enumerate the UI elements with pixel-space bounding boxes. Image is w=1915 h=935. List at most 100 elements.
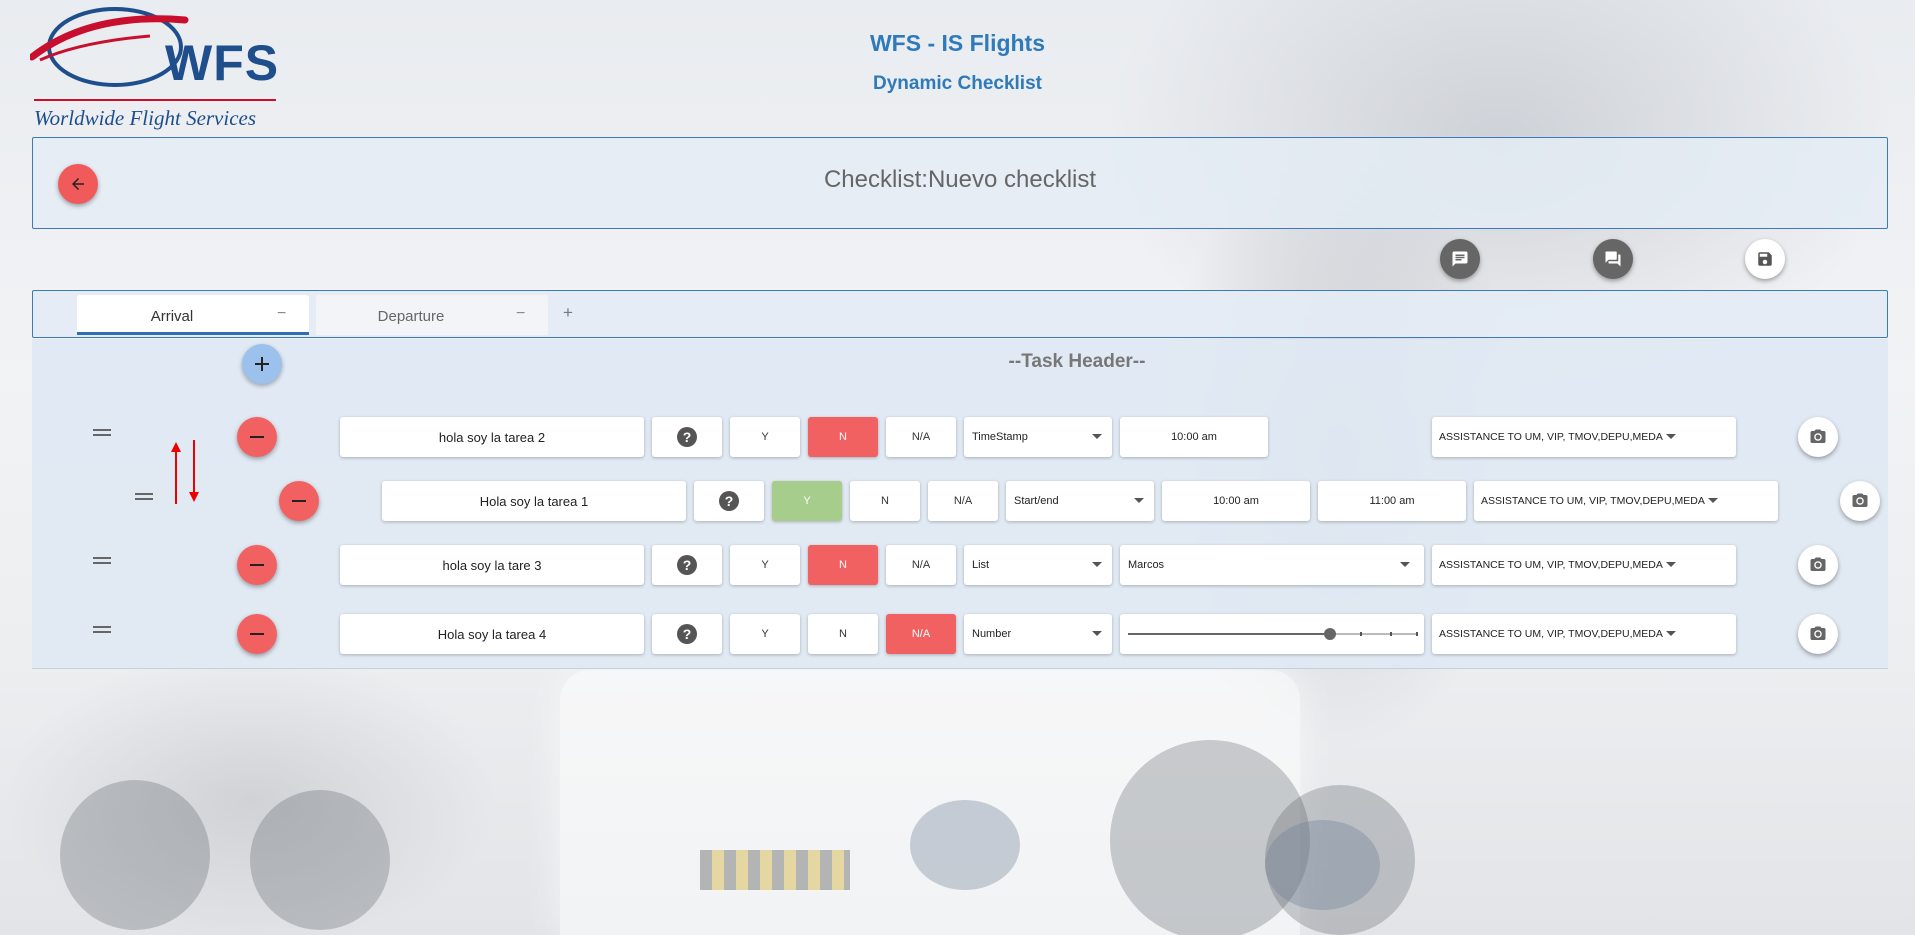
minus-icon [292, 500, 306, 502]
assistance-value: ASSISTANCE TO UM, VIP, TMOV,DEPU,MEDA [1481, 495, 1705, 507]
tab-departure[interactable]: Departure − [316, 295, 548, 335]
na-button[interactable]: N/A [928, 481, 998, 521]
task-row: Hola soy la tarea 1 ? Y N N/A Start/end … [0, 481, 1900, 521]
camera-icon [1810, 626, 1826, 640]
notes-icon [1452, 251, 1468, 267]
no-button[interactable]: N [808, 614, 878, 654]
save-button[interactable] [1745, 239, 1785, 279]
camera-icon [1810, 557, 1826, 571]
tab-label: Departure [377, 308, 445, 325]
task-name-field[interactable]: Hola soy la tarea 1 [382, 481, 686, 521]
assistance-select[interactable]: ASSISTANCE TO UM, VIP, TMOV,DEPU,MEDA [1432, 545, 1736, 585]
comments-button[interactable] [1593, 239, 1633, 279]
caret-down-icon [1092, 434, 1102, 439]
drag-handle-icon[interactable] [89, 553, 115, 568]
tab-label: Arrival [150, 308, 194, 325]
caret-down-icon [1708, 498, 1718, 503]
logo-tagline: Worldwide Flight Services [34, 106, 257, 130]
tab-arrival[interactable]: Arrival − [77, 295, 309, 335]
yes-button[interactable]: Y [730, 545, 800, 585]
minus-icon [250, 436, 264, 438]
drag-handle-icon[interactable] [131, 489, 157, 504]
yes-button[interactable]: Y [730, 417, 800, 457]
yes-button[interactable]: Y [730, 614, 800, 654]
caret-down-icon [1134, 498, 1144, 503]
remove-task-button[interactable] [279, 481, 319, 521]
task-type-select[interactable]: Number [964, 614, 1112, 654]
remove-task-button[interactable] [237, 545, 277, 585]
task-row: hola soy la tarea 2 ? Y N N/A TimeStamp … [0, 417, 1900, 457]
caret-down-icon [1400, 562, 1410, 567]
tabs-bar: Arrival − Departure − + [32, 290, 1888, 338]
remove-task-button[interactable] [237, 614, 277, 654]
slider-tick [1360, 632, 1362, 636]
app-subtitle: Dynamic Checklist [873, 73, 1042, 94]
assistance-select[interactable]: ASSISTANCE TO UM, VIP, TMOV,DEPU,MEDA [1432, 417, 1736, 457]
app-title: WFS - IS Flights [869, 30, 1046, 56]
no-button[interactable]: N [808, 417, 878, 457]
camera-button[interactable] [1840, 481, 1880, 521]
caret-down-icon [1092, 631, 1102, 636]
help-button[interactable]: ? [652, 545, 722, 585]
assistance-select[interactable]: ASSISTANCE TO UM, VIP, TMOV,DEPU,MEDA [1474, 481, 1778, 521]
task-type-value: TimeStamp [972, 431, 1028, 443]
save-icon [1758, 252, 1772, 266]
camera-button[interactable] [1798, 417, 1838, 457]
assistance-value: ASSISTANCE TO UM, VIP, TMOV,DEPU,MEDA [1439, 431, 1663, 443]
help-button[interactable]: ? [694, 481, 764, 521]
caret-down-icon [1092, 562, 1102, 567]
camera-button[interactable] [1798, 545, 1838, 585]
help-button[interactable]: ? [652, 614, 722, 654]
comments-icon [1605, 251, 1621, 267]
caret-down-icon [1666, 434, 1676, 439]
list-value-select[interactable]: Marcos [1120, 545, 1424, 585]
task-type-select[interactable]: TimeStamp [964, 417, 1112, 457]
task-row: Hola soy la tarea 4 ? Y N N/A Number ASS… [0, 614, 1900, 654]
task-type-value: List [972, 559, 990, 571]
task-name-field[interactable]: hola soy la tare 3 [340, 545, 644, 585]
question-icon: ? [677, 427, 697, 447]
na-button[interactable]: N/A [886, 545, 956, 585]
time-end-field[interactable]: 11:00 am [1318, 481, 1466, 521]
slider-knob[interactable] [1323, 628, 1336, 640]
question-icon: ? [677, 624, 697, 644]
assistance-select[interactable]: ASSISTANCE TO UM, VIP, TMOV,DEPU,MEDA [1432, 614, 1736, 654]
yes-button[interactable]: Y [772, 481, 842, 521]
remove-tab-button[interactable]: − [516, 305, 525, 323]
slider-tick [1416, 632, 1418, 636]
camera-icon [1852, 493, 1868, 507]
no-button[interactable]: N [808, 545, 878, 585]
time-start-field[interactable]: 10:00 am [1120, 417, 1268, 457]
caret-down-icon [1666, 631, 1676, 636]
assistance-value: ASSISTANCE TO UM, VIP, TMOV,DEPU,MEDA [1439, 559, 1663, 571]
remove-task-button[interactable] [237, 417, 277, 457]
task-header: --Task Header-- [1008, 351, 1146, 372]
list-value: Marcos [1128, 559, 1165, 571]
no-button[interactable]: N [850, 481, 920, 521]
remove-tab-button[interactable]: − [277, 305, 286, 323]
checklist-header: Checklist:Nuevo checklist [32, 137, 1888, 229]
caret-down-icon [1666, 562, 1676, 567]
drag-handle-icon[interactable] [89, 622, 115, 637]
notes-button[interactable] [1440, 239, 1480, 279]
minus-icon [250, 564, 264, 566]
checklist-title: Checklist:Nuevo checklist [823, 166, 1097, 193]
na-button[interactable]: N/A [886, 417, 956, 457]
minus-icon [250, 633, 264, 635]
task-type-select[interactable]: List [964, 545, 1112, 585]
add-tab-button[interactable]: + [563, 303, 573, 323]
task-type-select[interactable]: Start/end [1006, 481, 1154, 521]
time-start-field[interactable]: 10:00 am [1162, 481, 1310, 521]
drag-handle-icon[interactable] [89, 425, 115, 440]
camera-button[interactable] [1798, 614, 1838, 654]
task-name-field[interactable]: hola soy la tarea 2 [340, 417, 644, 457]
help-button[interactable]: ? [652, 417, 722, 457]
task-name-field[interactable]: Hola soy la tarea 4 [340, 614, 644, 654]
task-type-value: Number [972, 628, 1012, 640]
task-row: hola soy la tare 3 ? Y N N/A List Marcos… [0, 545, 1900, 585]
slider-fill [1128, 633, 1330, 635]
camera-icon [1810, 429, 1826, 443]
question-icon: ? [677, 555, 697, 575]
number-slider[interactable] [1120, 614, 1424, 654]
na-button[interactable]: N/A [886, 614, 956, 654]
